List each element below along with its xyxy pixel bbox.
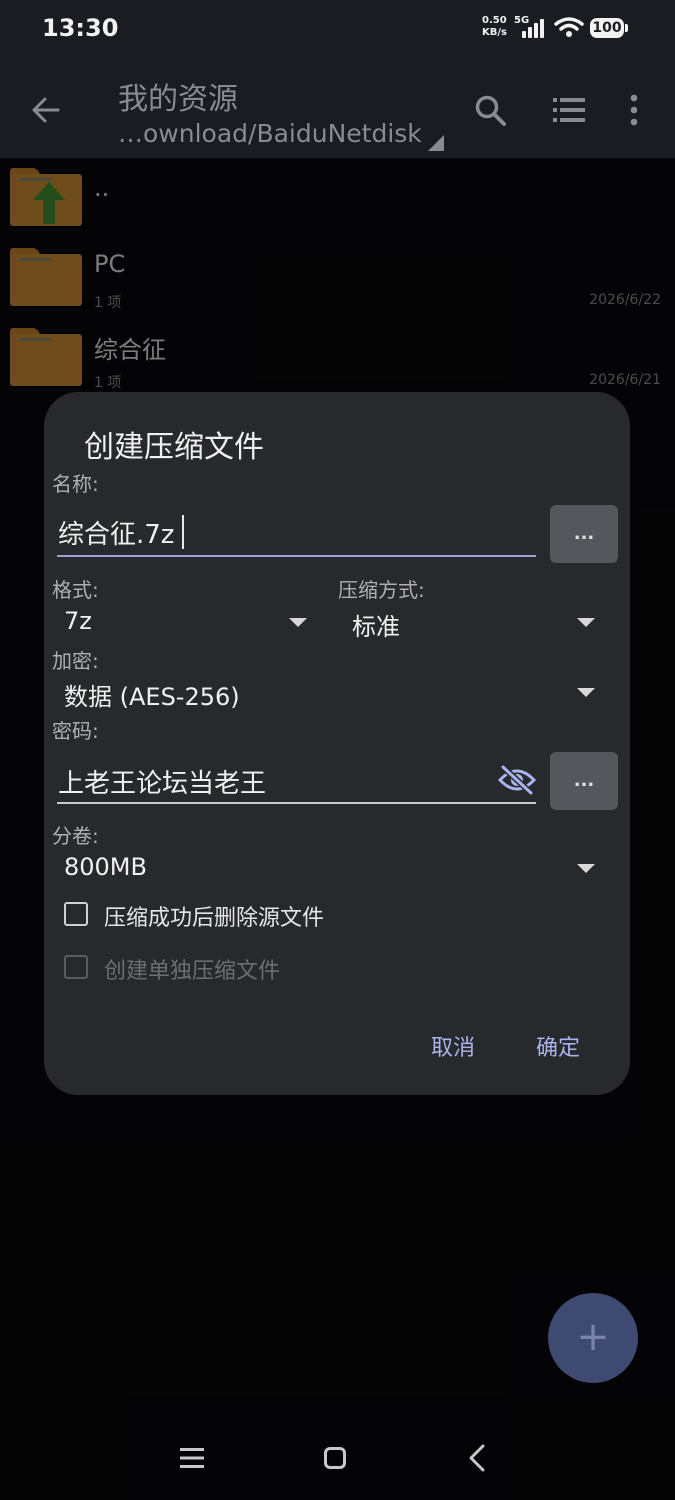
volume-label: 分卷:: [52, 824, 99, 848]
list-view-icon[interactable]: [553, 96, 587, 124]
format-select[interactable]: 7z: [64, 607, 92, 635]
more-vert-icon[interactable]: [628, 94, 640, 126]
name-input-underline: [57, 555, 536, 557]
net-speed-unit: KB/s: [482, 27, 507, 38]
back-arrow-icon[interactable]: [30, 94, 62, 126]
method-select[interactable]: 标准: [352, 607, 400, 642]
password-options-button[interactable]: ...: [550, 752, 618, 810]
password-label: 密码:: [52, 719, 99, 743]
text-caret: [182, 515, 184, 549]
encryption-select[interactable]: 数据 (AES-256): [64, 677, 240, 712]
delete-source-checkbox[interactable]: [64, 902, 88, 926]
format-dropdown-icon[interactable]: [289, 618, 307, 627]
current-path[interactable]: …ownload/BaiduNetdisk: [118, 119, 422, 148]
encryption-label: 加密:: [52, 649, 99, 673]
volume-select[interactable]: 800MB: [64, 853, 147, 881]
search-icon[interactable]: [474, 94, 508, 128]
eye-off-icon[interactable]: [498, 765, 536, 795]
page-title: 我的资源: [118, 82, 238, 117]
browse-button[interactable]: ...: [550, 505, 618, 563]
net-speed: 0.50 KB/s: [482, 15, 507, 39]
battery-indicator: 100: [590, 18, 624, 38]
method-label: 压缩方式:: [338, 578, 425, 602]
clock: 13:30: [42, 14, 119, 42]
path-dropdown-icon[interactable]: [428, 135, 444, 151]
separate-archive-label: 创建单独压缩文件: [104, 959, 281, 984]
nav-back-icon[interactable]: [468, 1444, 486, 1472]
nav-home-icon[interactable]: [324, 1447, 346, 1469]
cancel-button[interactable]: 取消: [431, 1030, 475, 1062]
method-dropdown-icon[interactable]: [577, 618, 595, 627]
create-archive-dialog: [44, 392, 630, 1095]
password-input[interactable]: 上老王论坛当老王: [58, 763, 266, 800]
separate-archive-checkbox: [64, 955, 88, 979]
wifi-icon: [554, 17, 584, 37]
encryption-dropdown-icon[interactable]: [577, 688, 595, 697]
name-label: 名称:: [52, 472, 99, 496]
signal-icon: [522, 18, 550, 38]
plus-icon: +: [576, 1314, 610, 1360]
ok-button[interactable]: 确定: [536, 1030, 580, 1062]
volume-dropdown-icon[interactable]: [577, 864, 595, 873]
net-speed-value: 0.50: [482, 15, 507, 26]
battery-tip: [625, 24, 628, 32]
nav-menu-icon[interactable]: [180, 1447, 204, 1469]
password-input-underline: [57, 802, 536, 804]
name-input[interactable]: 综合征.7z: [58, 514, 174, 551]
dialog-title: 创建压缩文件: [84, 430, 264, 465]
delete-source-label[interactable]: 压缩成功后删除源文件: [104, 900, 324, 932]
format-label: 格式:: [52, 578, 99, 602]
